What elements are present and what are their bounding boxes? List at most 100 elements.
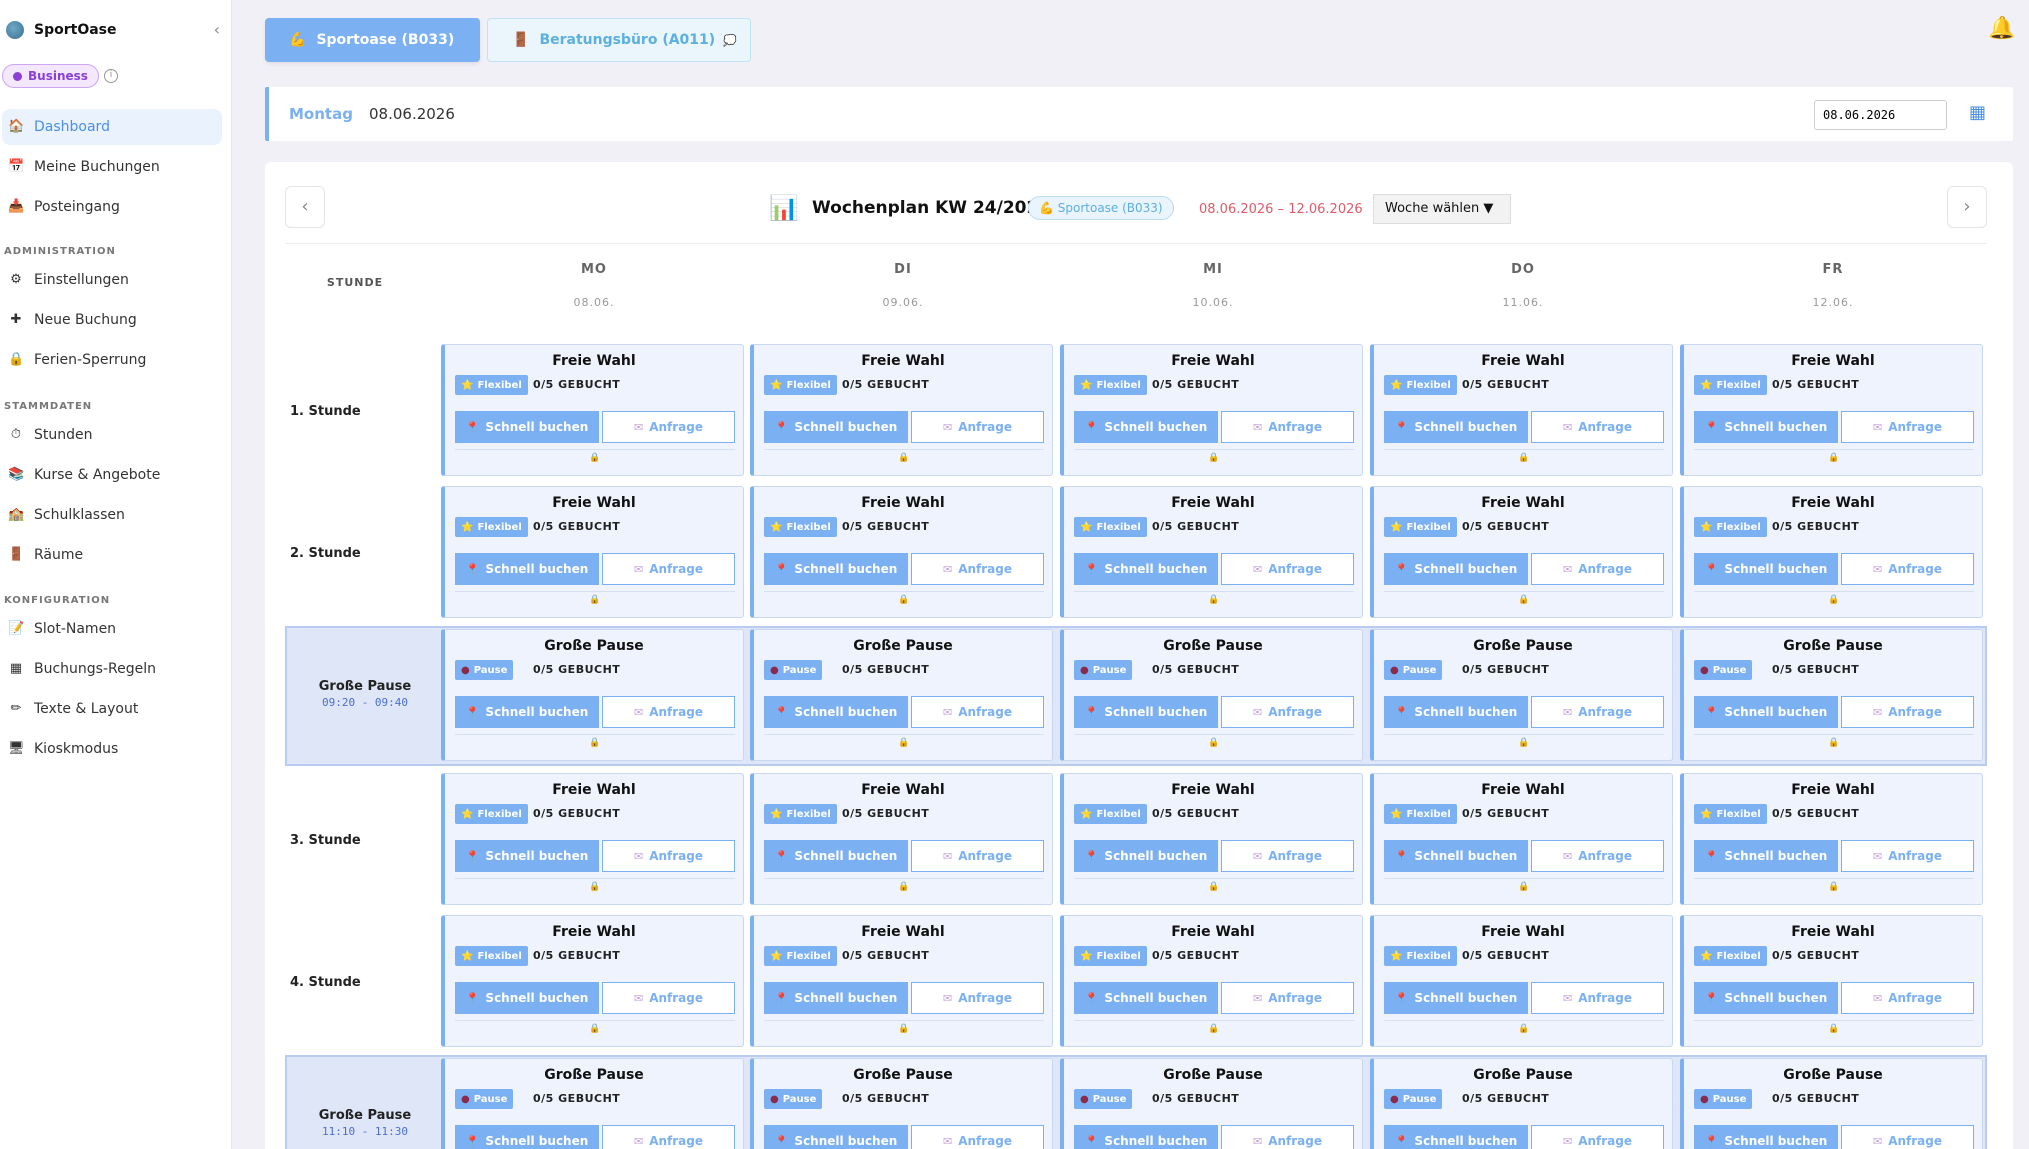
quick-book-button[interactable]: 📍 Schnell buchen [455, 840, 599, 872]
slot-cell[interactable]: Freie Wahl ⭐ Flexibel 0/5 GEBUCHT 📍 Schn… [750, 344, 1053, 476]
quick-book-button[interactable]: 📍 Schnell buchen [764, 982, 908, 1014]
sidebar-item-posteingang[interactable]: 📥 Posteingang [2, 189, 222, 225]
week-select[interactable]: Woche wählen ▼ [1373, 194, 1511, 224]
quick-book-button[interactable]: 📍 Schnell buchen [1694, 982, 1838, 1014]
collapse-sidebar-button[interactable]: ‹ [214, 20, 220, 39]
sidebar-item-buchungs-regeln[interactable]: ▦ Buchungs-Regeln [2, 651, 222, 687]
next-week-button[interactable]: › [1947, 186, 1987, 228]
quick-book-button[interactable]: 📍 Schnell buchen [1384, 553, 1528, 585]
sidebar-item-kurse-angebote[interactable]: 📚 Kurse & Angebote [2, 457, 222, 493]
slot-cell[interactable]: Freie Wahl ⭐ Flexibel 0/5 GEBUCHT 📍 Schn… [1680, 773, 1983, 905]
sidebar-item-kioskmodus[interactable]: 🖥 Kioskmodus [2, 731, 222, 767]
slot-cell[interactable]: Große Pause ● Pause 0/5 GEBUCHT 📍 Schnel… [1370, 1058, 1673, 1149]
request-button[interactable]: ✉ Anfrage [911, 553, 1044, 585]
quick-book-button[interactable]: 📍 Schnell buchen [764, 411, 908, 443]
quick-book-button[interactable]: 📍 Schnell buchen [1384, 1125, 1528, 1149]
request-button[interactable]: ✉ Anfrage [602, 696, 735, 728]
sidebar-item-slot-namen[interactable]: 📝 Slot-Namen [2, 611, 222, 647]
sidebar-item-neue-buchung[interactable]: ✚ Neue Buchung [2, 302, 222, 338]
request-button[interactable]: ✉ Anfrage [602, 411, 735, 443]
request-button[interactable]: ✉ Anfrage [1531, 840, 1664, 872]
quick-book-button[interactable]: 📍 Schnell buchen [764, 1125, 908, 1149]
quick-book-button[interactable]: 📍 Schnell buchen [1074, 840, 1218, 872]
request-button[interactable]: ✉ Anfrage [602, 553, 735, 585]
slot-cell[interactable]: Große Pause ● Pause 0/5 GEBUCHT 📍 Schnel… [750, 629, 1053, 761]
sidebar-item-ferien-sperrung[interactable]: 🔒 Ferien-Sperrung [2, 342, 222, 378]
quick-book-button[interactable]: 📍 Schnell buchen [1694, 696, 1838, 728]
quick-book-button[interactable]: 📍 Schnell buchen [455, 411, 599, 443]
quick-book-button[interactable]: 📍 Schnell buchen [1384, 840, 1528, 872]
slot-cell[interactable]: Freie Wahl ⭐ Flexibel 0/5 GEBUCHT 📍 Schn… [1680, 915, 1983, 1047]
request-button[interactable]: ✉ Anfrage [911, 982, 1044, 1014]
sidebar-item-einstellungen[interactable]: ⚙ Einstellungen [2, 262, 222, 298]
date-input[interactable] [1814, 100, 1947, 130]
slot-cell[interactable]: Freie Wahl ⭐ Flexibel 0/5 GEBUCHT 📍 Schn… [1060, 773, 1363, 905]
request-button[interactable]: ✉ Anfrage [1841, 840, 1974, 872]
prev-week-button[interactable]: ‹ [285, 186, 325, 228]
request-button[interactable]: ✉ Anfrage [1531, 553, 1664, 585]
sidebar-item-r-ume[interactable]: 🚪 Räume [2, 537, 222, 573]
slot-cell[interactable]: Große Pause ● Pause 0/5 GEBUCHT 📍 Schnel… [1680, 629, 1983, 761]
slot-cell[interactable]: Freie Wahl ⭐ Flexibel 0/5 GEBUCHT 📍 Schn… [1370, 773, 1673, 905]
request-button[interactable]: ✉ Anfrage [1841, 1125, 1974, 1149]
slot-cell[interactable]: Freie Wahl ⭐ Flexibel 0/5 GEBUCHT 📍 Schn… [1060, 915, 1363, 1047]
slot-cell[interactable]: Freie Wahl ⭐ Flexibel 0/5 GEBUCHT 📍 Schn… [750, 915, 1053, 1047]
slot-cell[interactable]: Freie Wahl ⭐ Flexibel 0/5 GEBUCHT 📍 Schn… [441, 486, 744, 618]
request-button[interactable]: ✉ Anfrage [602, 840, 735, 872]
quick-book-button[interactable]: 📍 Schnell buchen [1694, 1125, 1838, 1149]
request-button[interactable]: ✉ Anfrage [1841, 982, 1974, 1014]
request-button[interactable]: ✉ Anfrage [1841, 411, 1974, 443]
slot-cell[interactable]: Freie Wahl ⭐ Flexibel 0/5 GEBUCHT 📍 Schn… [441, 915, 744, 1047]
slot-cell[interactable]: Große Pause ● Pause 0/5 GEBUCHT 📍 Schnel… [1060, 1058, 1363, 1149]
slot-cell[interactable]: Große Pause ● Pause 0/5 GEBUCHT 📍 Schnel… [1060, 629, 1363, 761]
slot-cell[interactable]: Freie Wahl ⭐ Flexibel 0/5 GEBUCHT 📍 Schn… [750, 773, 1053, 905]
bell-icon[interactable]: 🔔 [1988, 16, 2015, 41]
slot-cell[interactable]: Große Pause ● Pause 0/5 GEBUCHT 📍 Schnel… [1370, 629, 1673, 761]
request-button[interactable]: ✉ Anfrage [1221, 982, 1354, 1014]
slot-cell[interactable]: Große Pause ● Pause 0/5 GEBUCHT 📍 Schnel… [441, 1058, 744, 1149]
request-button[interactable]: ✉ Anfrage [1531, 982, 1664, 1014]
quick-book-button[interactable]: 📍 Schnell buchen [764, 696, 908, 728]
quick-book-button[interactable]: 📍 Schnell buchen [1074, 982, 1218, 1014]
request-button[interactable]: ✉ Anfrage [602, 982, 735, 1014]
calendar-icon[interactable]: ▦ [1969, 102, 1986, 123]
slot-cell[interactable]: Freie Wahl ⭐ Flexibel 0/5 GEBUCHT 📍 Schn… [1680, 344, 1983, 476]
sidebar-item-schulklassen[interactable]: 🏫 Schulklassen [2, 497, 222, 533]
slot-cell[interactable]: Große Pause ● Pause 0/5 GEBUCHT 📍 Schnel… [1680, 1058, 1983, 1149]
sidebar-item-stunden[interactable]: ⏱ Stunden [2, 417, 222, 453]
request-button[interactable]: ✉ Anfrage [1531, 696, 1664, 728]
request-button[interactable]: ✉ Anfrage [1221, 411, 1354, 443]
slot-cell[interactable]: Freie Wahl ⭐ Flexibel 0/5 GEBUCHT 📍 Schn… [1680, 486, 1983, 618]
request-button[interactable]: ✉ Anfrage [1531, 1125, 1664, 1149]
tab-sportoase[interactable]: 💪 Sportoase (B033) [265, 18, 480, 62]
tab-beratungsbuero[interactable]: 🚪 Beratungsbüro (A011) 💭 [487, 18, 751, 62]
request-button[interactable]: ✉ Anfrage [1221, 553, 1354, 585]
quick-book-button[interactable]: 📍 Schnell buchen [1074, 411, 1218, 443]
request-button[interactable]: ✉ Anfrage [911, 840, 1044, 872]
quick-book-button[interactable]: 📍 Schnell buchen [455, 553, 599, 585]
request-button[interactable]: ✉ Anfrage [911, 1125, 1044, 1149]
quick-book-button[interactable]: 📍 Schnell buchen [455, 982, 599, 1014]
quick-book-button[interactable]: 📍 Schnell buchen [764, 553, 908, 585]
sidebar-item-texte-layout[interactable]: ✏ Texte & Layout [2, 691, 222, 727]
request-button[interactable]: ✉ Anfrage [911, 696, 1044, 728]
slot-cell[interactable]: Freie Wahl ⭐ Flexibel 0/5 GEBUCHT 📍 Schn… [1060, 344, 1363, 476]
quick-book-button[interactable]: 📍 Schnell buchen [1694, 553, 1838, 585]
sidebar-item-dashboard[interactable]: 🏠 Dashboard [2, 109, 222, 145]
quick-book-button[interactable]: 📍 Schnell buchen [455, 1125, 599, 1149]
quick-book-button[interactable]: 📍 Schnell buchen [1074, 1125, 1218, 1149]
slot-cell[interactable]: Freie Wahl ⭐ Flexibel 0/5 GEBUCHT 📍 Schn… [441, 773, 744, 905]
info-icon[interactable]: i [104, 69, 118, 83]
quick-book-button[interactable]: 📍 Schnell buchen [1694, 411, 1838, 443]
slot-cell[interactable]: Große Pause ● Pause 0/5 GEBUCHT 📍 Schnel… [441, 629, 744, 761]
quick-book-button[interactable]: 📍 Schnell buchen [455, 696, 599, 728]
quick-book-button[interactable]: 📍 Schnell buchen [1384, 696, 1528, 728]
quick-book-button[interactable]: 📍 Schnell buchen [1074, 696, 1218, 728]
quick-book-button[interactable]: 📍 Schnell buchen [1384, 982, 1528, 1014]
slot-cell[interactable]: Freie Wahl ⭐ Flexibel 0/5 GEBUCHT 📍 Schn… [1370, 915, 1673, 1047]
request-button[interactable]: ✉ Anfrage [1841, 696, 1974, 728]
request-button[interactable]: ✉ Anfrage [1221, 696, 1354, 728]
slot-cell[interactable]: Freie Wahl ⭐ Flexibel 0/5 GEBUCHT 📍 Schn… [1370, 486, 1673, 618]
slot-cell[interactable]: Freie Wahl ⭐ Flexibel 0/5 GEBUCHT 📍 Schn… [750, 486, 1053, 618]
slot-cell[interactable]: Große Pause ● Pause 0/5 GEBUCHT 📍 Schnel… [750, 1058, 1053, 1149]
